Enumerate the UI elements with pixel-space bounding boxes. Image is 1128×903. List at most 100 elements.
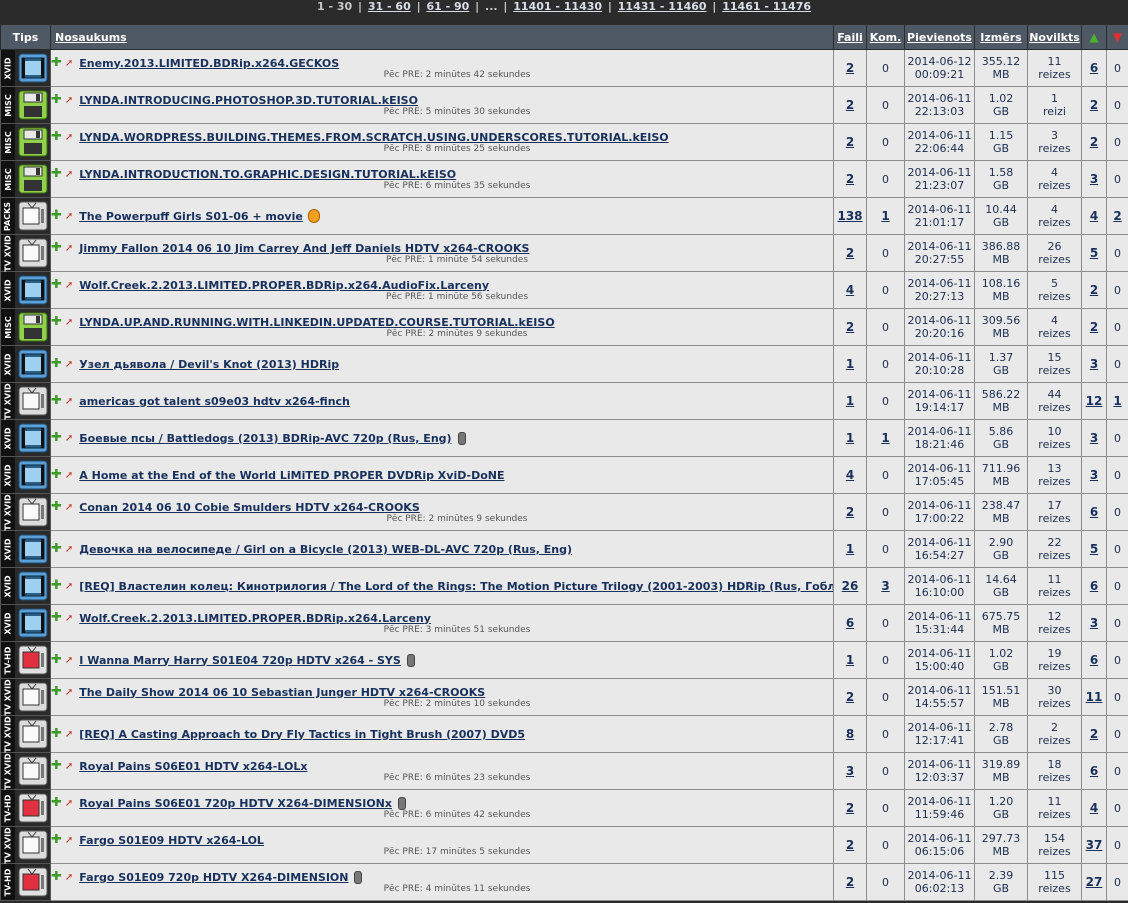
seeders-link[interactable]: 3 [1090, 468, 1098, 482]
files-cell[interactable]: 2 [833, 49, 867, 87]
files-cell[interactable]: 4 [833, 271, 867, 309]
tv-red-icon[interactable] [15, 790, 50, 826]
seeders-link[interactable]: 4 [1090, 209, 1098, 223]
film-icon[interactable] [15, 457, 50, 493]
download-arrow-icon[interactable]: ➚ [65, 396, 73, 407]
type-cell[interactable]: TV-HD [0, 789, 51, 827]
floppy-icon[interactable] [15, 124, 50, 160]
type-cell[interactable]: XVID [0, 604, 51, 642]
torrent-title-link[interactable]: Fargo S01E09 720p HDTV X264-DIMENSION [79, 871, 348, 884]
seeders-cell[interactable]: 6 [1081, 752, 1107, 790]
tv-icon[interactable] [15, 383, 50, 419]
files-link[interactable]: 2 [846, 690, 854, 704]
seeders-cell[interactable]: 2 [1081, 86, 1107, 124]
sort-size-link[interactable]: Izmērs [980, 31, 1021, 44]
leechers-link[interactable]: 2 [1113, 209, 1121, 223]
seeders-cell[interactable]: 5 [1081, 530, 1107, 568]
seeders-link[interactable]: 2 [1090, 135, 1098, 149]
files-link[interactable]: 2 [846, 98, 854, 112]
torrent-title-link[interactable]: Conan 2014 06 10 Cobie Smulders HDTV x26… [79, 501, 419, 514]
tv-icon[interactable] [15, 827, 50, 863]
tv-icon[interactable] [15, 198, 50, 234]
seeders-cell[interactable]: 3 [1081, 419, 1107, 457]
bookmark-plus-icon[interactable]: ✚ [51, 612, 62, 625]
files-link[interactable]: 3 [846, 764, 854, 778]
torrent-title-link[interactable]: The Powerpuff Girls S01-06 + movie [79, 210, 303, 223]
files-cell[interactable]: 26 [833, 567, 867, 605]
files-link[interactable]: 1 [846, 653, 854, 667]
bookmark-plus-icon[interactable]: ✚ [51, 501, 62, 514]
comments-cell[interactable]: 1 [866, 197, 905, 235]
bookmark-plus-icon[interactable]: ✚ [51, 728, 62, 741]
film-icon[interactable] [15, 420, 50, 456]
bookmark-plus-icon[interactable]: ✚ [51, 579, 62, 592]
up-triangle-icon[interactable]: ▲ [1089, 30, 1098, 44]
files-link[interactable]: 2 [846, 801, 854, 815]
type-cell[interactable]: TV XVID [0, 752, 51, 790]
film-icon[interactable] [15, 50, 50, 86]
type-cell[interactable]: MISC [0, 86, 51, 124]
pager-link-31-60[interactable]: 31 - 60 [368, 0, 411, 13]
files-cell[interactable]: 2 [833, 234, 867, 272]
seeders-link[interactable]: 2 [1090, 320, 1098, 334]
files-link[interactable]: 1 [846, 357, 854, 371]
download-arrow-icon[interactable]: ➚ [65, 655, 73, 666]
pager-link-61-90[interactable]: 61 - 90 [426, 0, 469, 13]
pager-link-11401-11430[interactable]: 11401 - 11430 [513, 0, 602, 13]
col-size[interactable]: Izmērs [974, 24, 1028, 50]
leechers-link[interactable]: 1 [1113, 394, 1121, 408]
tv-icon[interactable] [15, 494, 50, 530]
film-icon[interactable] [15, 568, 50, 604]
sort-added-link[interactable]: Pievienots [907, 31, 972, 44]
files-link[interactable]: 4 [846, 468, 854, 482]
col-downloaded[interactable]: Novilkts [1027, 24, 1082, 50]
leechers-cell[interactable]: 2 [1106, 197, 1128, 235]
type-cell[interactable]: MISC [0, 160, 51, 198]
files-link[interactable]: 2 [846, 838, 854, 852]
seeders-link[interactable]: 37 [1086, 838, 1103, 852]
files-cell[interactable]: 2 [833, 678, 867, 716]
download-arrow-icon[interactable]: ➚ [65, 132, 73, 143]
seeders-link[interactable]: 6 [1090, 764, 1098, 778]
seeders-cell[interactable]: 5 [1081, 234, 1107, 272]
seeders-cell[interactable]: 6 [1081, 49, 1107, 87]
files-link[interactable]: 1 [846, 394, 854, 408]
files-cell[interactable]: 8 [833, 715, 867, 753]
comments-link[interactable]: 1 [881, 209, 889, 223]
seeders-link[interactable]: 2 [1090, 727, 1098, 741]
seeders-link[interactable]: 12 [1086, 394, 1103, 408]
bookmark-plus-icon[interactable]: ✚ [51, 395, 62, 408]
seeders-cell[interactable]: 27 [1081, 863, 1107, 901]
tv-icon[interactable] [15, 679, 50, 715]
torrent-title-link[interactable]: Узел дьявола / Devil's Knot (2013) HDRip [79, 358, 339, 371]
bookmark-plus-icon[interactable]: ✚ [51, 686, 62, 699]
bookmark-plus-icon[interactable]: ✚ [51, 279, 62, 292]
seeders-cell[interactable]: 11 [1081, 678, 1107, 716]
seeders-cell[interactable]: 6 [1081, 641, 1107, 679]
bookmark-plus-icon[interactable]: ✚ [51, 543, 62, 556]
seeders-cell[interactable]: 2 [1081, 271, 1107, 309]
files-cell[interactable]: 1 [833, 382, 867, 420]
torrent-title-link[interactable]: Wolf.Creek.2.2013.LIMITED.PROPER.BDRip.x… [79, 279, 489, 292]
seeders-link[interactable]: 2 [1090, 283, 1098, 297]
download-arrow-icon[interactable]: ➚ [65, 317, 73, 328]
files-cell[interactable]: 1 [833, 419, 867, 457]
download-arrow-icon[interactable]: ➚ [65, 613, 73, 624]
files-cell[interactable]: 2 [833, 160, 867, 198]
files-cell[interactable]: 1 [833, 345, 867, 383]
files-cell[interactable]: 138 [833, 197, 867, 235]
download-arrow-icon[interactable]: ➚ [65, 798, 73, 809]
torrent-title-link[interactable]: The Daily Show 2014 06 10 Sebastian Jung… [79, 686, 485, 699]
seeders-cell[interactable]: 3 [1081, 345, 1107, 383]
files-cell[interactable]: 2 [833, 826, 867, 864]
bookmark-plus-icon[interactable]: ✚ [51, 242, 62, 255]
type-cell[interactable]: MISC [0, 123, 51, 161]
film-icon[interactable] [15, 531, 50, 567]
files-cell[interactable]: 2 [833, 493, 867, 531]
torrent-title-link[interactable]: Royal Pains S06E01 720p HDTV X264-DIMENS… [79, 797, 392, 810]
files-link[interactable]: 2 [846, 320, 854, 334]
bookmark-plus-icon[interactable]: ✚ [51, 469, 62, 482]
leechers-cell[interactable]: 1 [1106, 382, 1128, 420]
seeders-cell[interactable]: 3 [1081, 604, 1107, 642]
download-arrow-icon[interactable]: ➚ [65, 544, 73, 555]
